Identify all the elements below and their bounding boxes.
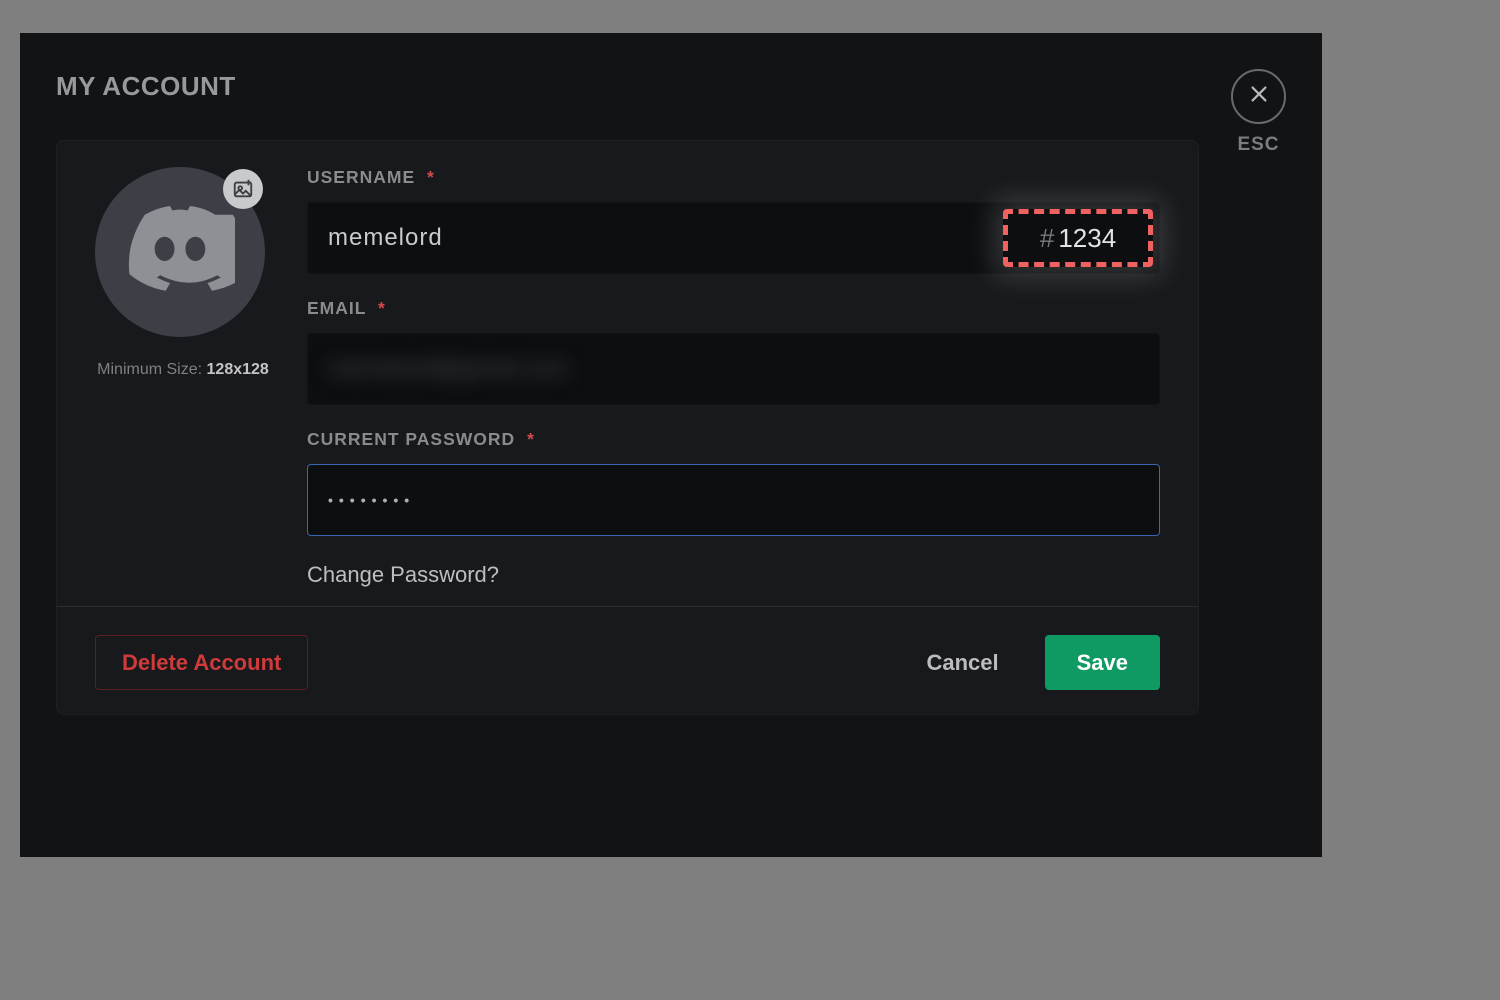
cancel-button[interactable]: Cancel	[900, 635, 1024, 690]
header-row: MY ACCOUNT	[56, 71, 1286, 102]
min-size-value: 128x128	[207, 361, 269, 378]
avatar-upload[interactable]	[95, 167, 265, 337]
email-label: EMAIL *	[307, 298, 1160, 319]
min-size-prefix: Minimum Size:	[97, 361, 206, 378]
required-mark: *	[427, 167, 435, 187]
required-mark: *	[378, 298, 386, 318]
password-field: CURRENT PASSWORD * ••••••••	[307, 429, 1160, 536]
password-dots: ••••••••	[328, 492, 415, 508]
email-field: EMAIL * memelord@gmail.com	[307, 298, 1160, 405]
email-input-box[interactable]: memelord@gmail.com	[307, 333, 1160, 405]
change-password-link[interactable]: Change Password?	[307, 562, 1160, 588]
email-value-blurred: memelord@gmail.com	[328, 355, 568, 383]
esc-label: ESC	[1231, 134, 1286, 156]
footer-actions: Delete Account Cancel Save	[95, 607, 1160, 690]
required-mark: *	[527, 429, 535, 449]
page-title: MY ACCOUNT	[56, 71, 236, 102]
discriminator-digits: 1234	[1058, 223, 1116, 254]
username-label: USERNAME *	[307, 167, 1160, 188]
discord-logo-icon	[125, 195, 235, 310]
avatar-min-size: Minimum Size: 128x128	[95, 361, 271, 379]
discriminator-highlight[interactable]: # 1234	[1003, 209, 1153, 267]
close-icon	[1248, 81, 1270, 112]
upload-image-icon	[223, 169, 263, 209]
discriminator-hash: #	[1040, 223, 1054, 254]
delete-account-button[interactable]: Delete Account	[95, 635, 308, 690]
username-input-box: # 1234	[307, 202, 1160, 274]
save-button[interactable]: Save	[1045, 635, 1160, 690]
form-column: USERNAME * # 1234 EMAIL *	[307, 167, 1160, 606]
account-settings-modal: MY ACCOUNT ESC	[20, 33, 1322, 857]
password-label: CURRENT PASSWORD *	[307, 429, 1160, 450]
password-input-box[interactable]: ••••••••	[307, 464, 1160, 536]
close-button[interactable]	[1231, 69, 1286, 124]
account-panel: Minimum Size: 128x128 USERNAME * # 1234	[56, 140, 1199, 715]
close-region: ESC	[1231, 69, 1286, 156]
username-field: USERNAME * # 1234	[307, 167, 1160, 274]
avatar-column: Minimum Size: 128x128	[95, 167, 271, 606]
